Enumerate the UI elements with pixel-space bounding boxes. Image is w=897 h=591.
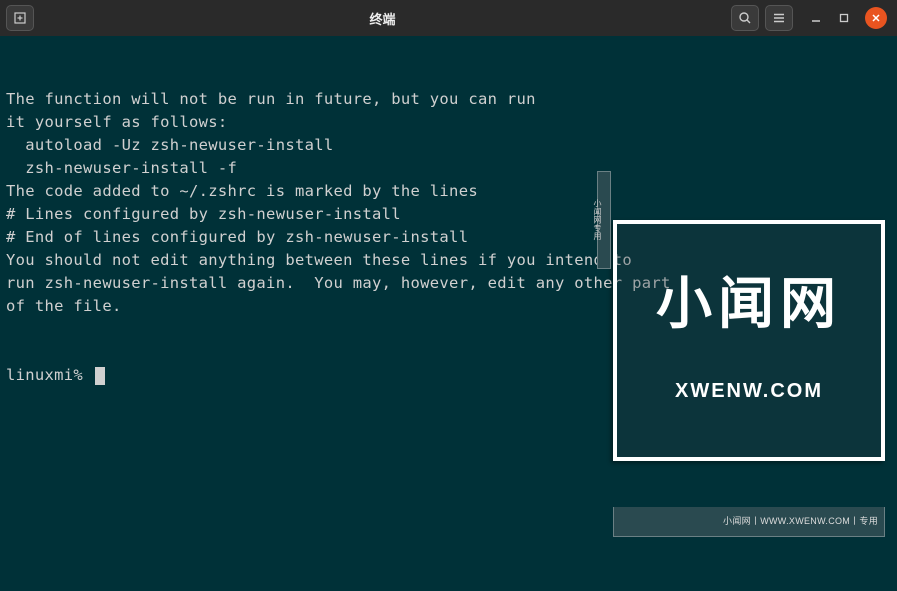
- close-icon: [871, 13, 881, 23]
- terminal-line: The function will not be run in future, …: [6, 88, 891, 111]
- hamburger-icon: [772, 11, 786, 25]
- minimize-icon: [810, 12, 822, 24]
- watermark-cn-text: 小闻网: [635, 276, 863, 332]
- watermark: 小闻网专用 小闻网 XWENW.COM 小闻网丨WWW.XWENW.COM丨专用: [613, 151, 885, 583]
- search-icon: [738, 11, 752, 25]
- maximize-button[interactable]: [837, 11, 851, 25]
- titlebar-right: [731, 5, 891, 31]
- terminal-viewport[interactable]: The function will not be run in future, …: [0, 36, 897, 591]
- new-tab-icon: [13, 11, 27, 25]
- terminal-line: it yourself as follows:: [6, 111, 891, 134]
- watermark-en-text: XWENW.COM: [635, 380, 863, 403]
- new-tab-button[interactable]: [6, 5, 34, 31]
- minimize-button[interactable]: [809, 11, 823, 25]
- close-button[interactable]: [865, 7, 887, 29]
- titlebar: 终端: [0, 0, 897, 36]
- search-button[interactable]: [731, 5, 759, 31]
- terminal-cursor: [95, 367, 105, 385]
- watermark-box: 小闻网 XWENW.COM: [613, 220, 885, 461]
- terminal-prompt: linuxmi%: [6, 364, 93, 387]
- window-title: 终端: [40, 9, 725, 28]
- maximize-icon: [838, 12, 850, 24]
- titlebar-left: [6, 5, 34, 31]
- menu-button[interactable]: [765, 5, 793, 31]
- window-controls: [809, 7, 887, 29]
- watermark-bottom-bar: 小闻网丨WWW.XWENW.COM丨专用: [613, 507, 885, 537]
- watermark-side-label: 小闻网专用: [597, 171, 611, 269]
